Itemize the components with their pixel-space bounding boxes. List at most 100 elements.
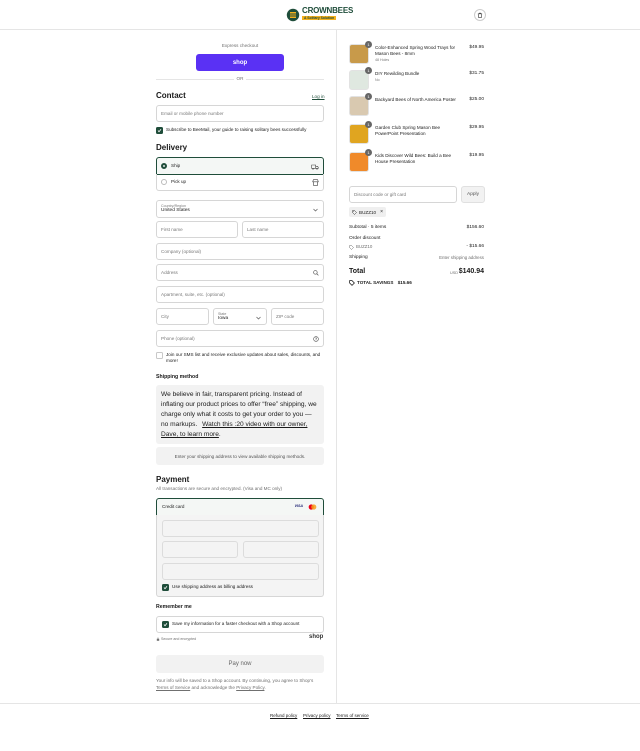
save-info-label: Save my information for a faster checkou… — [172, 621, 300, 626]
cart-item-price: $31.75 — [469, 71, 484, 76]
cart-item-qty-badge: 1 — [365, 67, 372, 74]
card-name-field[interactable] — [162, 563, 319, 580]
card-number-field[interactable] — [162, 520, 319, 537]
total-label: Total — [349, 268, 366, 275]
ship-label: Ship — [171, 163, 181, 168]
cart-item-price: $25.00 — [469, 97, 484, 102]
company-field[interactable]: Company (optional) — [156, 243, 324, 260]
shipping-method-heading: Shipping method — [156, 374, 199, 380]
discount-field[interactable]: Discount code or gift card — [349, 186, 457, 203]
legal-mid: and acknowledge the — [191, 685, 235, 690]
tos-link[interactable]: Terms of Service — [156, 685, 190, 690]
ship-radio[interactable] — [161, 163, 167, 169]
city-field[interactable]: City — [156, 308, 209, 325]
discount-tag-code: BUZZ10 — [359, 209, 377, 215]
card-form-panel: Use shipping address as billing address — [156, 515, 324, 597]
truck-icon — [311, 164, 319, 170]
cart-item-variant: No — [375, 78, 380, 82]
shop-pay-button[interactable]: shop — [196, 54, 284, 71]
country-select[interactable]: Country/Region United States — [156, 200, 324, 218]
shipping-notice: Enter your shipping address to view avai… — [156, 447, 324, 465]
cart-item-qty-badge: 1 — [365, 121, 372, 128]
video-link-end: . — [218, 431, 221, 438]
discount-value: - $15.66 — [466, 244, 484, 249]
pickup-option[interactable]: Pick up — [156, 174, 324, 191]
payment-subtitle: All transactions are secure and encrypte… — [156, 486, 283, 491]
country-value: United States — [161, 208, 190, 213]
pickup-radio[interactable] — [161, 179, 167, 185]
bee-logo-icon — [286, 8, 300, 22]
chevron-down-icon — [256, 316, 261, 320]
shipping-value: Enter shipping address — [439, 255, 484, 260]
ship-option[interactable]: Ship — [156, 157, 324, 175]
brand-logo[interactable]: CROWNBEES A Solitary Solution — [286, 6, 356, 24]
lock-icon — [156, 637, 160, 641]
address-field[interactable]: Address — [156, 264, 324, 281]
delivery-heading: Delivery — [156, 143, 188, 152]
card-expiry-field[interactable] — [162, 541, 238, 558]
order-discount-label: Order discount — [349, 236, 381, 241]
remember-box: Save my information for a faster checkou… — [156, 616, 324, 633]
sms-checkbox[interactable] — [156, 352, 163, 359]
privacy-policy-link[interactable]: Privacy policy — [303, 713, 331, 718]
discount-tag: BUZZ10 × — [349, 207, 387, 217]
brand-tagline: A Solitary Solution — [302, 16, 337, 20]
savings-value: $15.66 — [397, 280, 412, 285]
email-field[interactable]: Email or mobile phone number — [156, 105, 324, 122]
mastercard-icon — [308, 504, 317, 510]
visa-icon: VISA — [294, 504, 303, 508]
currency-label: USD — [450, 271, 459, 275]
subscribe-label: Subscribe to BeeMail, your guide to rais… — [166, 127, 307, 132]
terms-of-service-link[interactable]: Terms of service — [336, 713, 369, 718]
secure-label: Secure and encrypted — [161, 637, 197, 641]
cart-icon[interactable] — [474, 9, 486, 21]
header: CROWNBEES A Solitary Solution — [0, 0, 640, 30]
phone-placeholder: Phone (optional) — [161, 336, 195, 341]
payment-heading: Payment — [156, 475, 190, 484]
contact-heading: Contact — [156, 91, 186, 100]
savings-label: TOTAL SAVINGS — [357, 280, 394, 285]
privacy-link[interactable]: Privacy Policy — [236, 685, 264, 690]
refund-policy-link[interactable]: Refund policy — [270, 713, 297, 718]
last-name-field[interactable]: Last name — [242, 221, 324, 238]
column-divider — [336, 30, 337, 703]
subtotal-value: $156.60 — [466, 225, 484, 230]
shipping-label: Shipping — [349, 255, 368, 260]
cart-item-price: $29.95 — [469, 125, 484, 130]
shop-logo: shop — [309, 634, 324, 640]
credit-card-label: Credit card — [162, 504, 185, 509]
pay-now-button[interactable]: Pay now — [156, 655, 324, 673]
total-value: $140.94 — [458, 268, 484, 275]
savings-tag-icon — [349, 280, 355, 286]
billing-checkbox[interactable] — [162, 584, 169, 591]
phone-field[interactable]: Phone (optional) — [156, 330, 324, 347]
express-checkout-label: Express checkout — [221, 43, 259, 48]
first-name-field[interactable]: First name — [156, 221, 238, 238]
help-icon[interactable] — [313, 336, 319, 342]
or-label: OR — [233, 76, 247, 81]
remember-heading: Remember me — [156, 604, 192, 610]
legal-prefix: Your info will be saved to a Shop accoun… — [156, 678, 314, 683]
billing-label: Use shipping address as billing address — [172, 584, 253, 589]
zip-field[interactable]: ZIP code — [271, 308, 324, 325]
cart-item-qty-badge: 1 — [365, 93, 372, 100]
remove-discount-icon[interactable]: × — [380, 209, 383, 215]
cart-item-variant: 48 Holes — [375, 58, 390, 62]
tag-icon — [349, 245, 354, 250]
cart-item-price: $49.95 — [469, 45, 484, 50]
subscribe-checkbox[interactable] — [156, 127, 163, 134]
legal-end: . — [264, 685, 266, 690]
subtotal-label: Subtotal · 5 items — [349, 225, 387, 230]
apply-button[interactable]: Apply — [461, 186, 485, 203]
login-link[interactable]: Log in — [312, 94, 325, 100]
credit-card-option[interactable]: Credit card VISA — [156, 498, 324, 516]
brand-name: CROWNBEES — [302, 6, 354, 15]
address-placeholder: Address — [161, 270, 178, 275]
save-info-checkbox[interactable] — [162, 621, 169, 628]
cart-item-qty-badge: 1 — [365, 41, 372, 48]
state-select[interactable]: State Iowa — [213, 308, 267, 325]
apartment-field[interactable]: Apartment, suite, etc. (optional) — [156, 286, 324, 303]
card-cvv-field[interactable] — [243, 541, 319, 558]
tag-icon — [352, 209, 357, 215]
chevron-down-icon — [313, 208, 318, 212]
